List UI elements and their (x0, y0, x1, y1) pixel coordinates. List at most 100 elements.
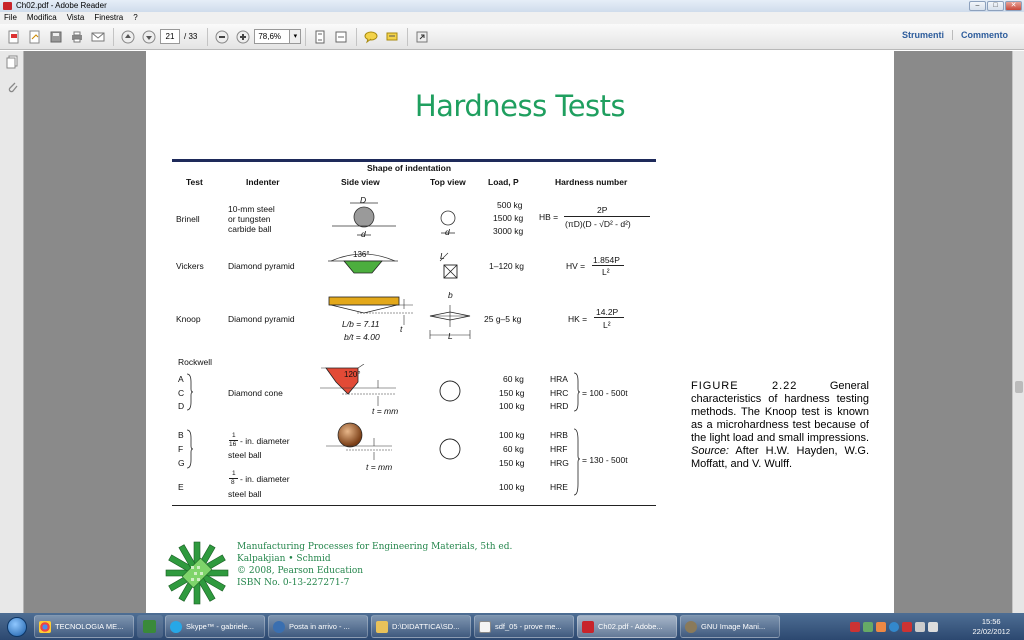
knoop-ratio-1: L/b = 7.11 (342, 319, 380, 329)
start-button[interactable] (0, 613, 34, 640)
tools-link[interactable]: Strumenti (894, 30, 952, 40)
footer-book-title: Manufacturing Processes for Engineering … (237, 542, 513, 552)
tray-app-icon[interactable] (902, 621, 912, 632)
minimize-button[interactable]: – (969, 1, 986, 11)
zoom-out-icon[interactable] (212, 28, 232, 46)
highlight-icon[interactable] (382, 28, 402, 46)
chrome-icon (39, 621, 51, 633)
print-icon[interactable] (67, 28, 87, 46)
system-clock[interactable]: 15:56 22/02/2012 (972, 617, 1010, 637)
fit-page-icon[interactable] (310, 28, 330, 46)
rockwell-scale-B: B (178, 430, 184, 440)
rockwell-cone-t-label: t = mm (372, 406, 399, 416)
vickers-hn-prefix: HV = (566, 261, 586, 271)
fit-width-icon[interactable] (331, 28, 351, 46)
toolbar-divider (113, 27, 114, 46)
taskbar-item-label: Posta in arrivo - ... (289, 622, 350, 631)
pdf-page: Hardness Tests Shape of indentation Test… (146, 51, 894, 613)
open-file-icon[interactable] (25, 28, 45, 46)
caption-source-label: Source: (691, 445, 729, 457)
rockwell-cone-indenter: Diamond cone (228, 388, 283, 398)
book-cover-logo (165, 541, 229, 605)
navigation-panel (0, 51, 24, 613)
table-top-rule (172, 159, 656, 162)
taskbar-item-gimp[interactable]: GNU Image Mani... (680, 615, 780, 638)
email-icon[interactable] (88, 28, 108, 46)
document-workarea: Hardness Tests Shape of indentation Test… (0, 51, 1024, 613)
tray-app-icon[interactable] (863, 621, 873, 632)
header-top-view: Top view (430, 177, 466, 187)
brinell-load-3: 3000 kg (493, 226, 524, 236)
ball8-fraction-denominator: 8 (231, 479, 235, 486)
tray-app-icon[interactable] (876, 621, 886, 632)
page-title: Hardness Tests (414, 89, 626, 123)
page-number-input[interactable]: 21 (160, 29, 180, 44)
rockwell-ball-formula: = 130 - 500t (582, 455, 628, 465)
rockwell-scale-F: F (178, 444, 184, 454)
brinell-hn-prefix: HB = (539, 212, 559, 222)
footer-authors: Kalpakjian • Schmid (237, 554, 331, 564)
ball8-fraction-numerator: 1 (232, 470, 236, 477)
volume-icon[interactable] (928, 621, 938, 632)
vertical-scrollbar[interactable] (1012, 51, 1024, 613)
rockwell-scale-E: E (178, 482, 184, 492)
filezilla-icon[interactable] (850, 621, 860, 632)
mail-icon (273, 621, 285, 633)
comment-bubble-icon[interactable] (361, 28, 381, 46)
taskbar-item-sdf[interactable]: sdf_05 - prove me... (474, 615, 574, 638)
network-icon[interactable] (915, 621, 925, 632)
attachments-icon[interactable] (4, 79, 20, 95)
header-hardness-number: Hardness number (555, 177, 628, 187)
rockwell-number-HRB: HRB (550, 430, 568, 440)
create-pdf-icon[interactable] (4, 28, 24, 46)
knoop-ratio-2: b/t = 4.00 (344, 332, 380, 342)
ball8-indenter-line1: - in. diameter (240, 474, 290, 484)
vickers-fraction-bar (592, 265, 624, 266)
rockwell-cone-angle: 120° (344, 370, 361, 379)
menu-vista[interactable]: Vista (67, 12, 85, 24)
menu-modifica[interactable]: Modifica (27, 12, 57, 24)
rockwell-number-HRE: HRE (550, 482, 568, 492)
comment-link[interactable]: Commento (953, 30, 1016, 40)
rockwell-load-F: 60 kg (503, 444, 524, 454)
save-icon[interactable] (46, 28, 66, 46)
menu-finestra[interactable]: Finestra (94, 12, 123, 24)
taskbar-item-skype[interactable]: Skype™ - gabriele... (165, 615, 265, 638)
maximize-button[interactable]: □ (987, 1, 1004, 11)
previous-page-icon[interactable] (118, 28, 138, 46)
taskbar-item-explorer[interactable]: D:\DIDATTICA\SD... (371, 615, 471, 638)
zoom-in-icon[interactable] (233, 28, 253, 46)
figure-caption: FIGURE 2.22 General characteristics of h… (691, 380, 869, 471)
menu-file[interactable]: File (4, 12, 17, 24)
taskbar-item-vim[interactable] (137, 615, 163, 638)
expand-icon[interactable] (412, 28, 432, 46)
zoom-level-input[interactable]: 78,6% (254, 29, 291, 44)
next-page-icon[interactable] (139, 28, 159, 46)
tray-app-icon[interactable] (889, 621, 899, 632)
folder-icon (376, 621, 388, 633)
footer-copyright: © 2008, Pearson Education (237, 566, 364, 576)
ball16-fraction-denominator: 16 (229, 441, 237, 448)
rockwell-ball16-t-label: t = mm (366, 462, 393, 472)
close-button[interactable]: ✕ (1005, 1, 1022, 11)
taskbar-item-adobe-reader[interactable]: Ch02.pdf - Adobe... (577, 615, 677, 638)
header-side-view: Side view (341, 177, 380, 187)
windows-orb-icon (7, 616, 27, 637)
rockwell-cone-formula: = 100 - 500t (582, 388, 628, 398)
test-rockwell: Rockwell (178, 357, 213, 367)
hardness-table: Shape of indentation Test Indenter Side … (172, 159, 658, 507)
knoop-load: 25 g–5 kg (484, 314, 522, 324)
document-icon (479, 621, 491, 633)
zoom-dropdown-icon[interactable]: ▾ (290, 29, 302, 44)
windows-taskbar: TECNOLOGIA ME... Skype™ - gabriele... Po… (0, 613, 1024, 640)
window-titlebar: Ch02.pdf - Adobe Reader – □ ✕ (0, 0, 1024, 12)
toolbar-divider (207, 27, 209, 46)
page-thumbnails-icon[interactable] (4, 55, 20, 71)
scrollbar-thumb[interactable] (1015, 381, 1023, 393)
brinell-load-1: 500 kg (497, 200, 523, 210)
taskbar-item-chrome[interactable]: TECNOLOGIA ME... (34, 615, 134, 638)
taskbar-item-mail[interactable]: Posta in arrivo - ... (268, 615, 368, 638)
rockwell-load-D: 100 kg (499, 401, 525, 411)
menu-help[interactable]: ? (133, 12, 137, 24)
rockwell-cone-top-view-diagram (439, 380, 461, 402)
